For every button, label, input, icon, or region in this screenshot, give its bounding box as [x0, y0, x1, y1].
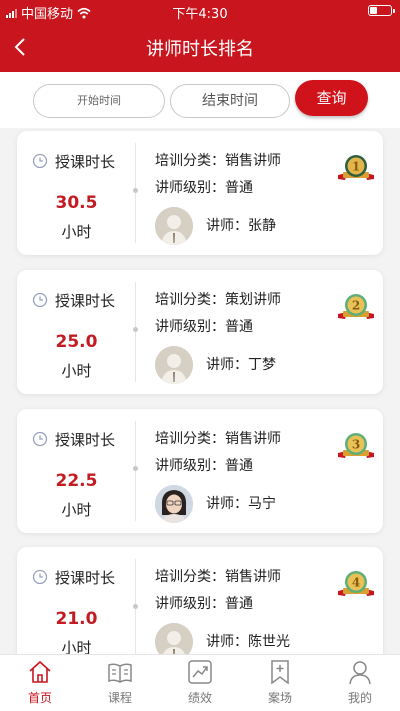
divider-dot: [133, 327, 138, 332]
teaching-hours-label: 授课时长: [55, 569, 116, 587]
teaching-hours-value: 30.5: [55, 193, 98, 213]
page-title: 讲师时长排名: [146, 39, 254, 60]
divider-dot: [133, 604, 138, 609]
teacher-level: 讲师级别：普通: [155, 319, 253, 335]
divider: [135, 282, 136, 382]
nav-bar: 讲师时长排名: [0, 22, 400, 72]
hours-unit: 小时: [61, 362, 92, 380]
default-avatar-icon: [155, 207, 193, 245]
start-date-input[interactable]: 开始时间: [33, 84, 165, 118]
tab-label: 绩效: [187, 691, 212, 705]
user-icon: [349, 661, 371, 685]
teaching-hours-label: 授课时长: [55, 431, 116, 449]
teacher-name: 讲师：丁梦: [206, 357, 276, 373]
teaching-hours-value: 25.0: [55, 332, 98, 352]
teacher-name: 讲师：马宁: [206, 496, 276, 512]
tab-label: 我的: [347, 691, 372, 705]
avatar: [155, 485, 193, 523]
end-date-input[interactable]: 结束时间: [170, 84, 290, 118]
teacher-level: 讲师级别：普通: [155, 180, 253, 196]
teaching-hours-value: 22.5: [55, 471, 98, 491]
training-category: 培训分类：销售讲师: [155, 431, 281, 447]
battery-icon: [368, 5, 395, 16]
hours-unit: 小时: [61, 501, 92, 519]
default-avatar-icon: [155, 346, 193, 384]
status-bar: 中国移动 下午4:30: [0, 0, 400, 22]
teaching-hours-value: 21.0: [55, 609, 98, 629]
tab-label: 案场: [267, 691, 292, 705]
divider: [135, 143, 136, 243]
medal-rank-text: 2: [352, 299, 360, 313]
home-icon: [29, 660, 51, 683]
tab-case-field[interactable]: 案场: [240, 655, 320, 711]
filter-bar: 开始时间 结束时间 查询: [0, 72, 400, 128]
avatar: [155, 346, 193, 384]
hours-unit: 小时: [61, 223, 92, 241]
teacher-level: 讲师级别：普通: [155, 458, 253, 474]
avatar: [155, 207, 193, 245]
divider: [135, 559, 136, 659]
clock-icon: [32, 292, 48, 308]
tab-mine[interactable]: 我的: [320, 655, 400, 711]
clock-icon: [32, 431, 48, 447]
book-icon: [108, 663, 132, 683]
teaching-hours-label: 授课时长: [55, 292, 116, 310]
status-time: 下午4:30: [172, 7, 228, 22]
rank-medal-icon: 1: [338, 155, 374, 180]
tab-home[interactable]: 首页: [0, 655, 80, 711]
tab-label: 首页: [27, 691, 52, 705]
tab-bar: 首页 课程 绩效 案场 我的: [0, 654, 400, 711]
training-category: 培训分类：策划讲师: [155, 292, 281, 308]
tab-performance[interactable]: 绩效: [160, 655, 240, 711]
divider: [135, 421, 136, 521]
divider-dot: [133, 188, 138, 193]
ranking-card[interactable]: 授课时长 22.5 小时 培训分类：销售讲师 讲师级别：普通 讲师：马宁 3: [17, 409, 383, 533]
ranking-card[interactable]: 授课时长 30.5 小时 培训分类：销售讲师 讲师级别：普通 讲师：张静 1: [17, 131, 383, 255]
teacher-name: 讲师：陈世光: [206, 634, 290, 650]
chart-icon: [188, 660, 212, 684]
medal-rank-text: 1: [352, 160, 360, 174]
ranking-card[interactable]: 授课时长 25.0 小时 培训分类：策划讲师 讲师级别：普通 讲师：丁梦 2: [17, 270, 383, 394]
divider-dot: [133, 466, 138, 471]
photo-avatar-icon: [155, 485, 193, 523]
rank-medal-icon: 4: [338, 571, 374, 596]
tab-label: 课程: [107, 691, 132, 705]
ranking-card[interactable]: 授课时长 21.0 小时 培训分类：销售讲师 讲师级别：普通 讲师：陈世光 4: [17, 547, 383, 671]
clock-icon: [32, 569, 48, 585]
query-button[interactable]: 查询: [295, 80, 368, 116]
teacher-level: 讲师级别：普通: [155, 596, 253, 612]
teaching-hours-label: 授课时长: [55, 153, 116, 171]
rank-medal-icon: 2: [338, 294, 374, 319]
teacher-name: 讲师：张静: [206, 218, 276, 234]
tab-course[interactable]: 课程: [80, 655, 160, 711]
rank-medal-icon: 3: [338, 433, 374, 458]
training-category: 培训分类：销售讲师: [155, 569, 281, 585]
clock-icon: [32, 153, 48, 169]
medal-rank-text: 3: [352, 438, 360, 452]
bookmark-icon: [271, 660, 289, 685]
medal-rank-text: 4: [352, 576, 360, 590]
training-category: 培训分类：销售讲师: [155, 153, 281, 169]
